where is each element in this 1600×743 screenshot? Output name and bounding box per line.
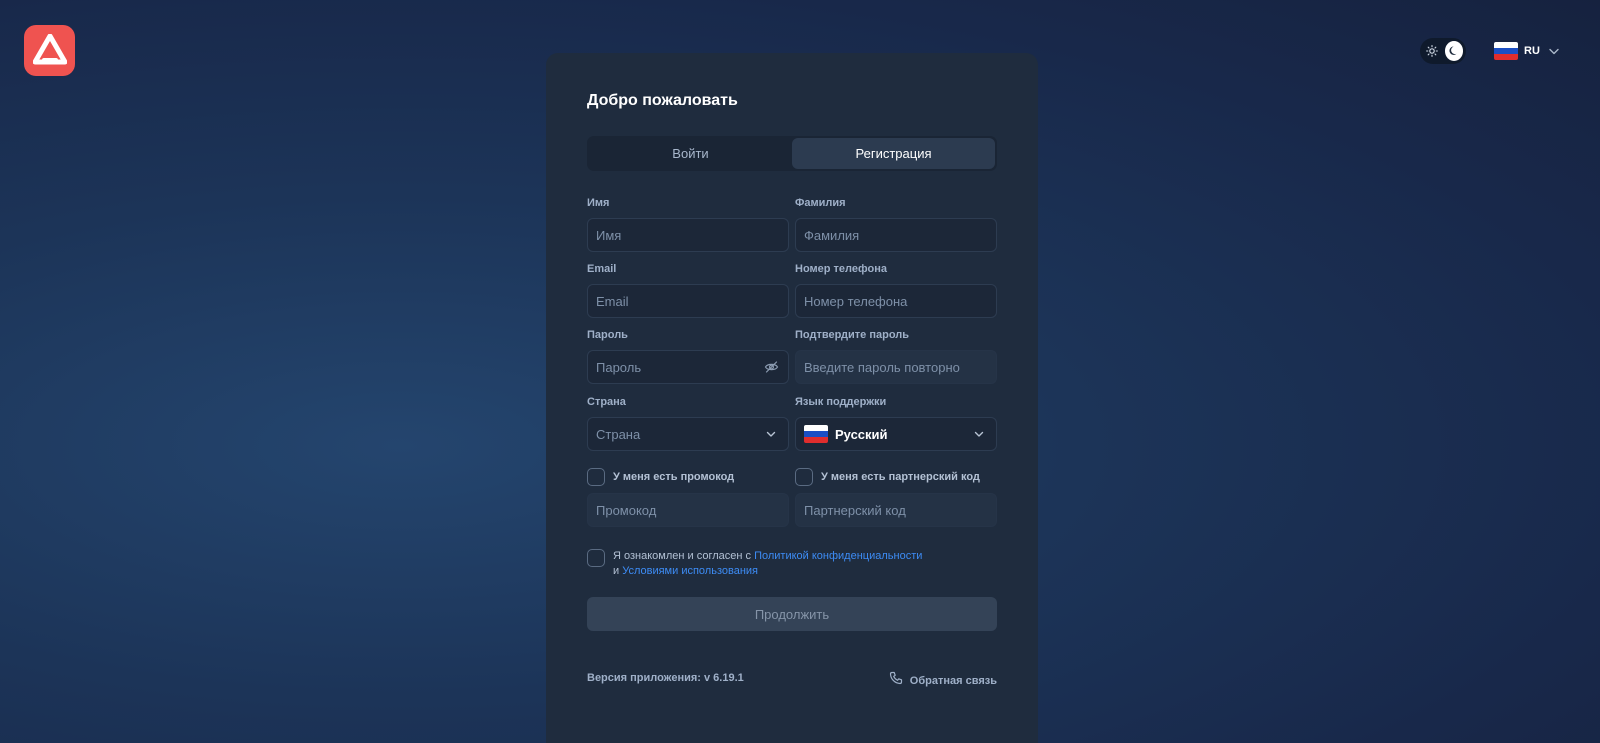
first-name-input[interactable] bbox=[596, 227, 780, 243]
confirm-password-label: Подтвердите пароль bbox=[795, 329, 910, 341]
support-language-group: Язык поддержки Русский bbox=[795, 396, 997, 451]
promo-code-group bbox=[587, 486, 789, 527]
privacy-policy-link[interactable]: Политикой конфиденциальности bbox=[754, 550, 922, 562]
partner-code-input-wrap bbox=[795, 493, 997, 527]
brand-logo[interactable] bbox=[24, 25, 75, 76]
page-title: Добро пожаловать bbox=[587, 92, 738, 109]
phone-label: Номер телефона bbox=[795, 263, 887, 275]
password-label: Пароль bbox=[587, 329, 628, 341]
email-label: Email bbox=[587, 263, 617, 275]
moon-icon[interactable] bbox=[1444, 41, 1463, 61]
registration-card: Добро пожаловать Войти Регистрация Имя Ф… bbox=[546, 53, 1038, 743]
eye-off-icon[interactable] bbox=[762, 360, 780, 374]
first-name-label: Имя bbox=[587, 197, 610, 209]
consent-prefix: Я ознакомлен и согласен с bbox=[613, 550, 755, 562]
chevron-down-icon bbox=[1549, 48, 1559, 55]
email-input-wrap bbox=[587, 284, 789, 318]
language-code: RU bbox=[1524, 45, 1540, 57]
promo-code-checkbox-label: У меня есть промокод bbox=[613, 471, 735, 483]
promo-code-input[interactable] bbox=[596, 502, 780, 518]
phone-input-wrap bbox=[795, 284, 997, 318]
country-label: Страна bbox=[587, 396, 626, 408]
email-group: Email bbox=[587, 263, 789, 318]
russia-flag-icon bbox=[804, 425, 828, 443]
partner-code-toggle: У меня есть партнерский код bbox=[795, 468, 980, 486]
chevron-down-icon bbox=[970, 431, 988, 438]
tab-login[interactable]: Войти bbox=[589, 138, 792, 169]
terms-consent: Я ознакомлен и согласен с Политикой конф… bbox=[587, 549, 922, 579]
last-name-input[interactable] bbox=[804, 227, 988, 243]
promo-code-toggle: У меня есть промокод bbox=[587, 468, 734, 486]
confirm-password-group: Подтвердите пароль bbox=[795, 329, 997, 384]
continue-button[interactable]: Продолжить bbox=[587, 597, 997, 631]
support-language-select[interactable]: Русский bbox=[795, 417, 997, 451]
chevron-down-icon bbox=[762, 431, 780, 438]
phone-icon bbox=[889, 671, 903, 690]
country-group: Страна Страна bbox=[587, 396, 789, 451]
country-placeholder: Страна bbox=[596, 426, 641, 442]
confirm-password-input[interactable] bbox=[804, 359, 988, 375]
russia-flag-icon bbox=[1494, 42, 1518, 60]
country-select[interactable]: Страна bbox=[587, 417, 789, 451]
partner-code-checkbox-label: У меня есть партнерский код bbox=[821, 471, 980, 483]
partner-code-input[interactable] bbox=[804, 502, 988, 518]
phone-group: Номер телефона bbox=[795, 263, 997, 318]
support-language-label: Язык поддержки bbox=[795, 396, 887, 408]
feedback-label: Обратная связь bbox=[909, 674, 997, 687]
password-input[interactable] bbox=[596, 359, 762, 375]
terms-consent-text: Я ознакомлен и согласен с Политикой конф… bbox=[613, 549, 922, 579]
logo-mark-icon bbox=[32, 33, 67, 64]
promo-code-checkbox[interactable] bbox=[587, 468, 605, 486]
partner-code-group bbox=[795, 486, 997, 527]
feedback-link[interactable]: Обратная связь bbox=[889, 671, 997, 690]
auth-tabs: Войти Регистрация bbox=[587, 136, 997, 171]
sun-icon[interactable] bbox=[1423, 41, 1442, 61]
app-version: Версия приложения: v 6.19.1 bbox=[587, 672, 744, 684]
promo-code-input-wrap bbox=[587, 493, 789, 527]
first-name-group: Имя bbox=[587, 197, 789, 252]
terms-consent-checkbox[interactable] bbox=[587, 549, 605, 567]
theme-toggle[interactable] bbox=[1420, 38, 1466, 64]
password-input-wrap bbox=[587, 350, 789, 384]
support-language-value: Русский bbox=[835, 426, 888, 442]
confirm-password-input-wrap bbox=[795, 350, 997, 384]
tab-register[interactable]: Регистрация bbox=[792, 138, 995, 169]
last-name-input-wrap bbox=[795, 218, 997, 252]
phone-input[interactable] bbox=[804, 293, 988, 309]
partner-code-checkbox[interactable] bbox=[795, 468, 813, 486]
password-group: Пароль bbox=[587, 329, 789, 384]
last-name-label: Фамилия bbox=[795, 197, 846, 209]
email-input[interactable] bbox=[596, 293, 780, 309]
terms-of-use-link[interactable]: Условиями использования bbox=[622, 565, 758, 577]
last-name-group: Фамилия bbox=[795, 197, 997, 252]
consent-connector: и bbox=[613, 565, 623, 577]
first-name-input-wrap bbox=[587, 218, 789, 252]
language-switcher[interactable]: RU bbox=[1494, 40, 1574, 62]
